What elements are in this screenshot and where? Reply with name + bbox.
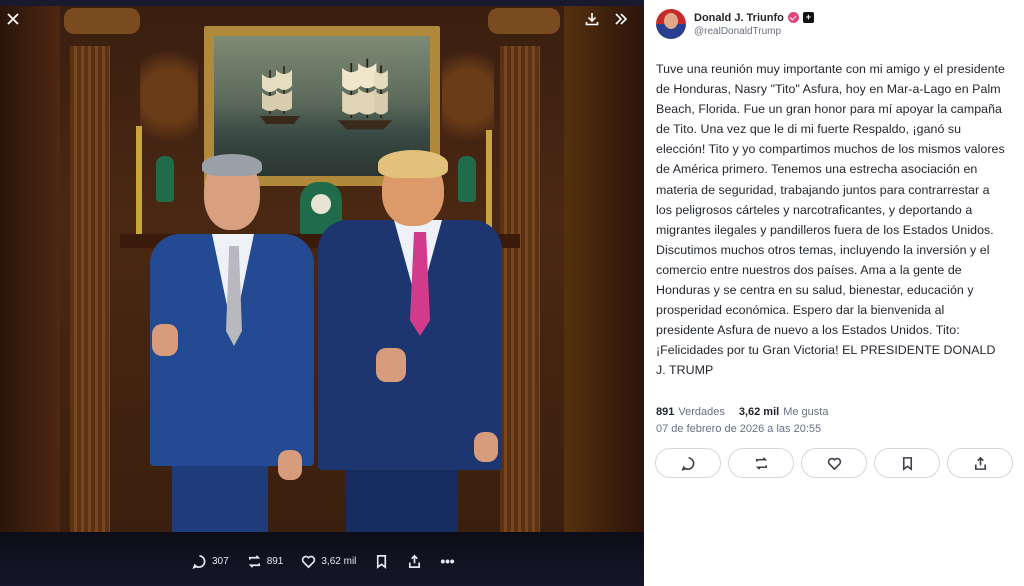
pilaster-left [70, 46, 110, 532]
post-panel: Donald J. Triunfo + @realDonaldTrump Tuv… [644, 0, 1024, 586]
post-date: 07 de febrero de 2026 a las 20:55 [656, 423, 822, 435]
hand-right-2 [474, 432, 498, 462]
post-actions [655, 448, 1013, 478]
avatar[interactable] [656, 9, 686, 39]
bookmark-icon [377, 555, 387, 569]
urn-left [156, 156, 174, 202]
retruth-icon [755, 456, 767, 470]
retruth-icon [248, 555, 260, 568]
carving-top-left [64, 8, 140, 34]
share-icon [409, 554, 421, 568]
viewer-retruth-count: 891 [266, 556, 284, 567]
hair-right [378, 150, 448, 178]
viewer-like-button[interactable]: 3,62 mil [301, 554, 356, 569]
viewer-share-button[interactable] [407, 554, 422, 569]
share-icon [974, 456, 986, 470]
urn-right [458, 156, 476, 202]
viewer-more-button[interactable] [440, 554, 455, 569]
viewer-action-bar: 307 891 3,62 mil [0, 532, 644, 586]
reply-button[interactable] [655, 448, 721, 478]
wood-panel-left [0, 6, 60, 532]
thumbs-up-left [152, 324, 178, 356]
hand-left-2 [278, 450, 302, 480]
wood-panel-right [564, 6, 644, 532]
download-icon[interactable] [585, 12, 599, 30]
viewer-reply-button[interactable]: 307 [192, 554, 229, 569]
likes-label[interactable]: Me gusta [783, 406, 828, 418]
viewer-reply-count: 307 [212, 556, 229, 567]
share-button[interactable] [947, 448, 1013, 478]
bookmark-icon [902, 456, 912, 471]
viewer-like-count: 3,62 mil [321, 556, 357, 567]
thumbs-up-right [376, 348, 406, 382]
post-author[interactable]: Donald J. Triunfo + @realDonaldTrump [656, 9, 814, 39]
post-stats: 891 Verdades 3,62 mil Me gusta [656, 406, 828, 418]
reply-icon [681, 456, 694, 471]
candlestick-right [486, 130, 492, 234]
ship-left [260, 66, 300, 124]
likes-count[interactable]: 3,62 mil [739, 406, 779, 418]
pilaster-right [500, 46, 540, 532]
verdades-count[interactable]: 891 [656, 406, 674, 418]
carving-garland-left [140, 36, 198, 156]
more-icon [441, 559, 455, 564]
candlestick-left [136, 126, 142, 234]
like-button[interactable] [801, 448, 867, 478]
expand-icon[interactable] [614, 12, 628, 30]
post-body: Tuve una reunión muy importante con mi a… [656, 62, 1005, 378]
close-icon[interactable] [6, 12, 20, 30]
heart-icon [827, 457, 841, 470]
post-photo[interactable] [0, 6, 644, 532]
retruth-button[interactable] [728, 448, 794, 478]
media-viewer: 307 891 3,62 mil [0, 0, 644, 586]
ship-right [337, 58, 393, 130]
verified-badge-icon [787, 12, 799, 23]
bookmark-button[interactable] [874, 448, 940, 478]
author-name[interactable]: Donald J. Triunfo [694, 12, 784, 24]
plus-badge-icon: + [802, 12, 814, 23]
verdades-label[interactable]: Verdades [678, 406, 724, 418]
heart-icon [302, 555, 316, 569]
viewer-bookmark-button[interactable] [374, 554, 389, 569]
viewer-retruth-button[interactable]: 891 [247, 554, 284, 569]
carving-top-right [488, 8, 560, 34]
hair-left [202, 154, 262, 176]
author-handle[interactable]: @realDonaldTrump [694, 26, 814, 37]
reply-icon [192, 555, 206, 569]
